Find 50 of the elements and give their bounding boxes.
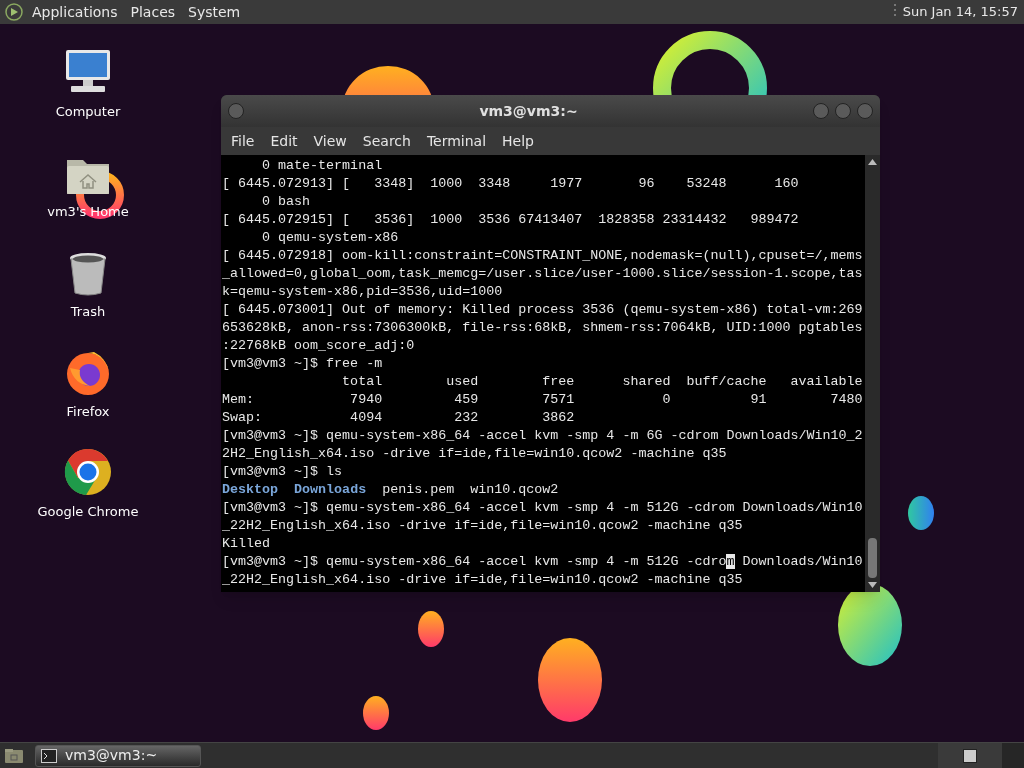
scrollbar[interactable] [865,155,880,592]
terminal-line: Mem: 7940 459 7571 0 91 7480 [221,391,863,409]
panel-menu[interactable]: System [188,1,241,23]
terminal-line: [ 6445.073001] Out of memory: Killed process 3536 (qemu-system-x86) total-vm:269 [221,301,863,319]
terminal-line: _allowed=0,global_oom,task_memcg=/user.slice/user-1000.slice/session-1.scope,tas [221,265,863,283]
chrome-icon[interactable] [64,448,112,496]
terminal-line: [vm3@vm3 ~]$ qemu-system-x86_64 -accel kvm -smp 4 -m 512G -cdrom Downloads/Win10 [221,499,863,517]
terminal-line: 0 bash [261,193,311,211]
menu-item[interactable]: View [305,130,355,152]
clock[interactable]: Sun Jan 14, 15:57 [902,2,1018,22]
icon-label[interactable]: Computer [55,102,121,122]
terminal-line: [vm3@vm3 ~]$ qemu-system-x86_64 -accel kvm -smp 4 -m 512G -cdrom Downloads/Win10 [221,553,863,571]
terminal-line: 0 qemu-system-x86 [261,229,399,247]
terminal-line: :22768kB oom_score_adj:0 [221,337,415,355]
workspace-switcher[interactable] [938,743,1024,768]
menu-item[interactable]: File [223,130,263,152]
terminal-line: Swap: 4094 232 3862 [221,409,575,427]
menu-item[interactable]: Help [494,130,542,152]
scroll-down-icon[interactable] [868,582,877,588]
terminal-line: 0 mate-terminal [261,157,383,175]
trash-icon[interactable] [68,252,108,296]
mate-logo-icon[interactable] [5,3,23,21]
terminal-line: k=qemu-system-x86,pid=3536,uid=1000 [221,283,503,301]
panel-menu[interactable]: Places [130,1,176,23]
menu-item[interactable]: Terminal [418,130,495,152]
icon-label[interactable]: Firefox [66,402,110,422]
terminal-line: Desktop Downloads penis.pem win10.qcow2 [221,481,559,499]
taskbar-button[interactable]: vm3@vm3:~ [35,744,201,767]
terminal-line: [ 6445.072918] oom-kill:constraint=CONSTRAINT_NONE,nodemask=(null),cpuset=/,mems [221,247,863,265]
terminal-line: total used free shared buff/cache available [341,373,863,391]
terminal-line: [vm3@vm3 ~]$ ls [221,463,343,481]
terminal-icon [41,748,57,763]
terminal-line: 2H2_English_x64.iso -drive if=ide,file=win10.qcow2 -machine q35 [221,445,727,463]
terminal-line: [vm3@vm3 ~]$ free -m [221,355,383,373]
menu-item[interactable]: Edit [262,130,306,152]
terminal-line: [ 6445.072913] [ 3348] 1000 3348 1977 96 53248 160 [221,175,799,193]
terminal-line: Killed [221,535,271,553]
icon-label[interactable]: Google Chrome [37,502,139,522]
terminal-line: [vm3@vm3 ~]$ qemu-system-x86_64 -accel kvm -smp 4 -m 6G -cdrom Downloads/Win10_2 [221,427,863,445]
terminal-line: 653628kB, anon-rss:7306300kB, file-rss:68kB, shmem-rss:7064kB, UID:1000 pgtables [221,319,863,337]
window-title: vm3@vm3:~ [478,101,579,121]
icon-label[interactable]: Trash [70,302,106,322]
panel-menu[interactable]: Applications [32,1,118,23]
show-desktop-icon[interactable] [3,746,25,765]
scroll-thumb[interactable] [868,538,877,578]
scroll-up-icon[interactable] [868,159,877,165]
terminal-line: _22H2_English_x64.iso -drive if=ide,file=win10.qcow2 -machine q35 [221,517,743,535]
menu-item[interactable]: Search [354,130,419,152]
terminal-line: [ 6445.072915] [ 3536] 1000 3536 67413407 1828358 23314432 989472 [221,211,799,229]
terminal-line: _22H2_English_x64.iso -drive if=ide,file=win10.qcow2 -machine q35 [221,571,743,589]
